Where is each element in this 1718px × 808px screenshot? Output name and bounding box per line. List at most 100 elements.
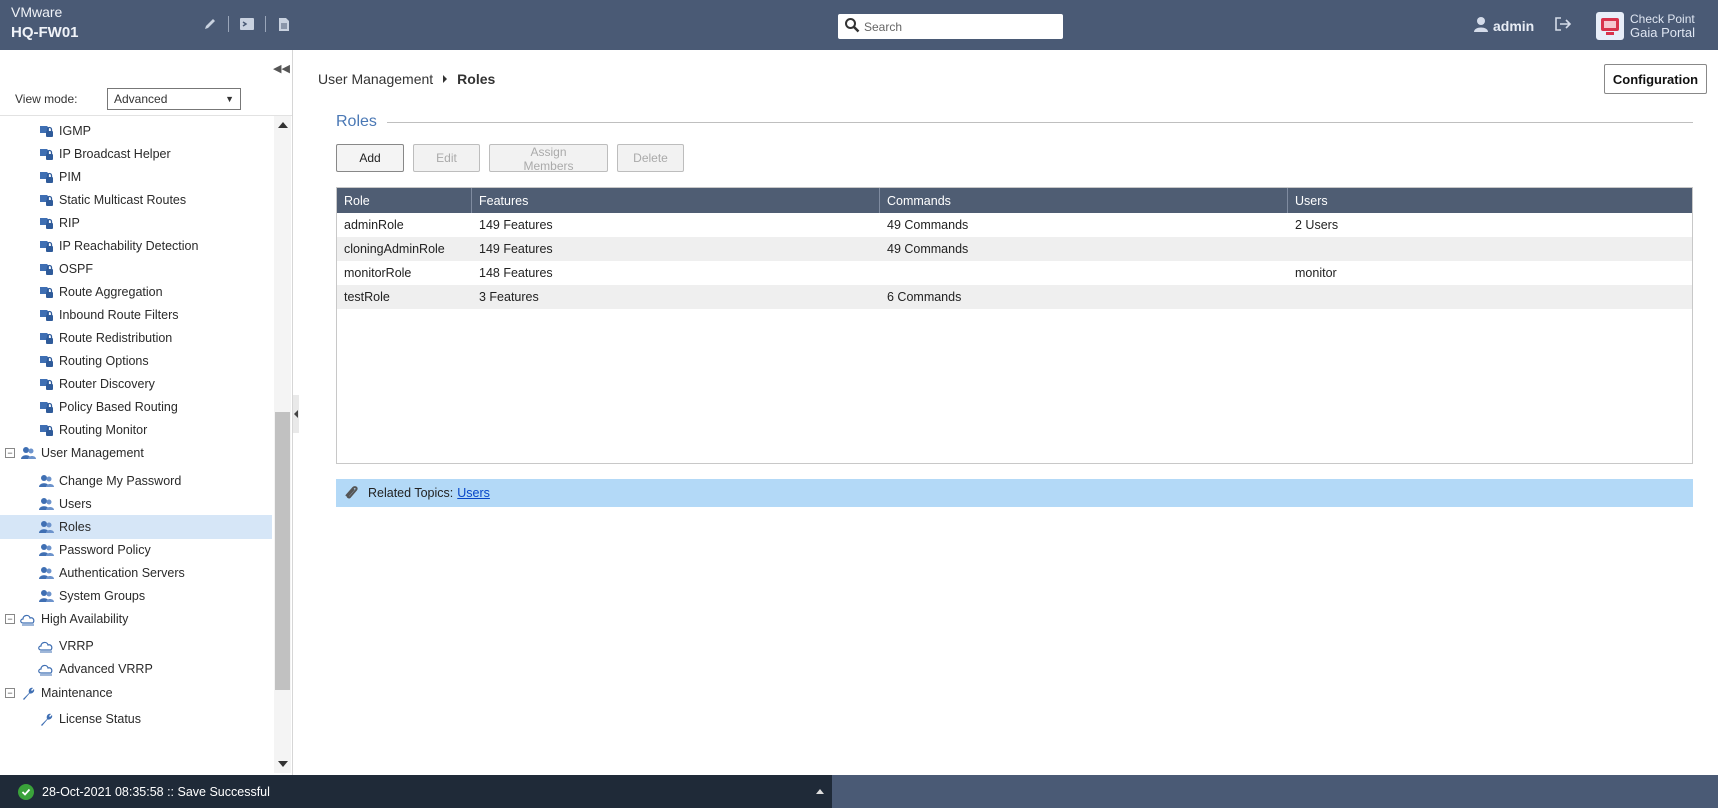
lock-network-icon (37, 192, 55, 208)
gaia-logo-icon (1596, 12, 1624, 40)
sidebar-item-ospf[interactable]: OSPF (0, 257, 272, 281)
breadcrumb-parent[interactable]: User Management (318, 71, 433, 87)
sidebar-item-user-management[interactable]: − User Management (0, 441, 272, 465)
column-header-users[interactable]: Users (1288, 188, 1692, 213)
lock-network-icon (37, 238, 55, 254)
sidebar-item-roles[interactable]: Roles (0, 515, 272, 539)
sidebar-splitter-handle[interactable] (293, 395, 299, 433)
view-mode-label: View mode: (15, 92, 78, 106)
collapse-sidebar-icon[interactable]: ◀◀ (273, 62, 290, 75)
sidebar-item-inbound-route-filters[interactable]: Inbound Route Filters (0, 303, 272, 327)
search-box[interactable] (838, 14, 1063, 39)
lock-network-icon (37, 169, 55, 185)
cloud-icon (19, 611, 37, 627)
sidebar-item-router-discovery[interactable]: Router Discovery (0, 372, 272, 396)
table-row[interactable]: monitorRole 148 Features monitor (337, 261, 1692, 285)
sidebar-item-change-my-password[interactable]: Change My Password (0, 469, 272, 493)
sidebar-item-label: Maintenance (41, 686, 113, 700)
sidebar-item-license-status[interactable]: License Status (0, 707, 272, 731)
lock-network-icon (37, 123, 55, 139)
sidebar-item-high-availability[interactable]: − High Availability (0, 607, 272, 631)
sidebar-item-users[interactable]: Users (0, 492, 272, 516)
sidebar-item-label: Route Redistribution (59, 331, 173, 345)
sidebar-item-label: PIM (59, 170, 82, 184)
sidebar-item-route-redistribution[interactable]: Route Redistribution (0, 326, 272, 350)
expand-status-icon[interactable] (816, 789, 824, 794)
sidebar-item-label: Routing Monitor (59, 423, 148, 437)
sidebar-item-label: Advanced VRRP (59, 662, 153, 676)
sidebar-item-advanced-vrrp[interactable]: Advanced VRRP (0, 657, 272, 681)
cell-role: cloningAdminRole (344, 242, 445, 256)
edit-button[interactable]: Edit (413, 144, 480, 172)
scroll-up-icon[interactable] (278, 122, 288, 128)
sidebar-item-igmp[interactable]: IGMP (0, 119, 272, 143)
sidebar-item-ip-reachability-detection[interactable]: IP Reachability Detection (0, 234, 272, 258)
sidebar-item-ip-broadcast-helper[interactable]: IP Broadcast Helper (0, 142, 272, 166)
document-icon[interactable] (274, 14, 294, 34)
table-row[interactable]: adminRole 149 Features 49 Commands 2 Use… (337, 213, 1692, 237)
cell-role: monitorRole (344, 266, 412, 280)
scroll-down-icon[interactable] (278, 761, 288, 767)
cell-features: 149 Features (479, 242, 553, 256)
scrollbar-thumb[interactable] (275, 412, 290, 690)
search-input[interactable] (864, 19, 1054, 34)
column-header-role[interactable]: Role (337, 188, 472, 213)
dropdown-arrow-icon: ▼ (225, 94, 234, 104)
sidebar-item-label: Routing Options (59, 354, 149, 368)
roles-toolbar: Add Edit Assign Members Delete (336, 144, 693, 173)
sidebar-scrollbar[interactable] (274, 116, 291, 773)
roles-table: Role Features Commands Users adminRole 1… (336, 187, 1693, 464)
collapse-toggle-icon[interactable]: − (5, 688, 15, 698)
lock-network-icon (37, 284, 55, 300)
sidebar-item-rip[interactable]: RIP (0, 211, 272, 235)
status-message-area[interactable]: 28-Oct-2021 08:35:58 :: Save Successful (0, 775, 832, 808)
column-header-commands[interactable]: Commands (880, 188, 1288, 213)
users-icon (37, 542, 55, 558)
table-row[interactable]: testRole 3 Features 6 Commands (337, 285, 1692, 309)
related-users-link[interactable]: Users (457, 486, 490, 500)
assign-members-button[interactable]: Assign Members (489, 144, 608, 173)
sidebar-item-password-policy[interactable]: Password Policy (0, 538, 272, 562)
lock-network-icon (37, 353, 55, 369)
collapse-toggle-icon[interactable]: − (5, 448, 15, 458)
lock-network-icon (37, 146, 55, 162)
wrench-icon (19, 685, 37, 701)
navigation-sidebar: ◀◀ View mode: Advanced ▼ IGMP IP Broadcas… (0, 50, 293, 775)
sidebar-item-label: Password Policy (59, 543, 151, 557)
toolbar-separator (228, 16, 229, 32)
collapse-toggle-icon[interactable]: − (5, 614, 15, 624)
sidebar-item-routing-monitor[interactable]: Routing Monitor (0, 418, 272, 442)
sidebar-item-label: IP Broadcast Helper (59, 147, 171, 161)
add-button[interactable]: Add (336, 144, 404, 172)
sidebar-item-static-multicast-routes[interactable]: Static Multicast Routes (0, 188, 272, 212)
navigation-tree: IGMP IP Broadcast Helper PIM Static Multica… (0, 116, 272, 773)
wrench-icon (37, 711, 55, 727)
sidebar-item-label: High Availability (41, 612, 129, 626)
sidebar-item-route-aggregation[interactable]: Route Aggregation (0, 280, 272, 304)
sidebar-item-routing-options[interactable]: Routing Options (0, 349, 272, 373)
terminal-icon[interactable] (237, 14, 257, 34)
column-header-features[interactable]: Features (472, 188, 880, 213)
status-bar: 28-Oct-2021 08:35:58 :: Save Successful (0, 775, 1718, 808)
sidebar-item-maintenance[interactable]: − Maintenance (0, 681, 272, 705)
sidebar-item-pim[interactable]: PIM (0, 165, 272, 189)
top-header: VMware HQ-FW01 admin Check Point (0, 0, 1718, 50)
sidebar-item-authentication-servers[interactable]: Authentication Servers (0, 561, 272, 585)
sidebar-item-vrrp[interactable]: VRRP (0, 634, 272, 658)
logout-icon[interactable] (1554, 16, 1572, 35)
sidebar-item-label: VRRP (59, 639, 94, 653)
sidebar-item-system-groups[interactable]: System Groups (0, 584, 272, 608)
lock-network-icon (37, 422, 55, 438)
configuration-button[interactable]: Configuration (1604, 64, 1707, 94)
delete-button[interactable]: Delete (617, 144, 684, 172)
sidebar-item-policy-based-routing[interactable]: Policy Based Routing (0, 395, 272, 419)
sidebar-item-label: Authentication Servers (59, 566, 185, 580)
table-row[interactable]: cloningAdminRole 149 Features 49 Command… (337, 237, 1692, 261)
sidebar-item-label: IGMP (59, 124, 91, 138)
user-menu[interactable]: admin (1473, 16, 1534, 35)
view-mode-select[interactable]: Advanced ▼ (107, 88, 241, 110)
success-check-icon (18, 783, 34, 800)
pencil-icon[interactable] (200, 14, 220, 34)
users-icon (37, 473, 55, 489)
users-icon (37, 519, 55, 535)
